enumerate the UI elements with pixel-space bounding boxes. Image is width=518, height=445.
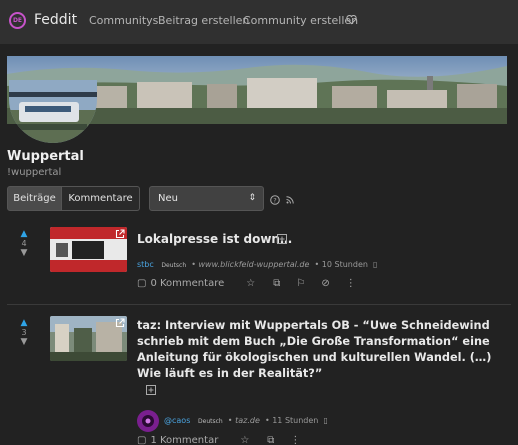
- upvote-icon[interactable]: ▲: [17, 318, 31, 328]
- community-name: !wuppertal: [7, 167, 62, 178]
- post-score: 3: [21, 328, 27, 337]
- post-actions: ▢ 0 Kommentare ☆ ⧉ ⚐ ⊘ ⋮: [137, 278, 356, 289]
- comment-icon[interactable]: ▢: [137, 278, 146, 289]
- select-arrows-icon: ⇕: [248, 193, 256, 203]
- downvote-icon[interactable]: ▼: [17, 337, 31, 347]
- post-comments-count[interactable]: 1 Kommentar: [150, 435, 218, 445]
- navbar: DE Feddit Communitys Beitrag erstellen C…: [0, 0, 518, 44]
- post-author[interactable]: stbc: [137, 260, 154, 269]
- feddit-logo-icon[interactable]: DE: [9, 12, 26, 29]
- star-icon[interactable]: ☆: [240, 435, 249, 445]
- post-thumbnail[interactable]: [50, 227, 127, 272]
- user-avatar[interactable]: [137, 410, 159, 432]
- post-thumbnail[interactable]: [50, 316, 127, 361]
- post-actions: ▢ 1 Kommentar ☆ ⧉ ⋮: [137, 435, 300, 445]
- post-time: 10 Stunden: [321, 260, 368, 269]
- svg-text:?: ?: [273, 196, 276, 204]
- flag-icon[interactable]: ⚐: [296, 278, 305, 289]
- post-vote: ▲ 4 ▼: [17, 229, 31, 258]
- block-icon[interactable]: ⊘: [321, 278, 329, 289]
- external-link-icon[interactable]: [115, 229, 125, 239]
- tab-posts[interactable]: Beiträge: [7, 186, 62, 211]
- sort-selected-value: Neu: [158, 193, 178, 204]
- copy-icon[interactable]: ⧉: [267, 435, 274, 445]
- nav-communities-link[interactable]: Communitys: [89, 14, 158, 27]
- view-toggle: Beiträge Kommentare: [7, 186, 140, 211]
- expand-icon[interactable]: [277, 234, 287, 244]
- brand-link[interactable]: Feddit: [34, 12, 77, 28]
- heart-icon[interactable]: [346, 14, 357, 25]
- post-divider: [7, 304, 511, 305]
- more-icon[interactable]: ⋮: [346, 278, 356, 289]
- nav-create-community-link[interactable]: Community erstellen: [243, 14, 358, 27]
- comment-icon[interactable]: ▢: [137, 435, 146, 445]
- star-icon[interactable]: ☆: [246, 278, 255, 289]
- more-icon[interactable]: ⋮: [290, 435, 300, 445]
- rss-icon[interactable]: [286, 196, 294, 204]
- post-vote: ▲ 3 ▼: [17, 318, 31, 347]
- external-link-icon[interactable]: [115, 318, 125, 328]
- downvote-icon[interactable]: ▼: [17, 248, 31, 258]
- book-icon[interactable]: ▯: [373, 260, 377, 269]
- upvote-icon[interactable]: ▲: [17, 229, 31, 239]
- expand-icon[interactable]: [146, 385, 156, 395]
- sort-select[interactable]: Neu ⇕: [149, 186, 264, 211]
- community-title: Wuppertal: [7, 149, 84, 164]
- book-icon[interactable]: ▯: [323, 416, 327, 425]
- post-language: Deutsch: [161, 262, 187, 269]
- post-domain[interactable]: www.blickfeld-wuppertal.de: [198, 260, 309, 269]
- post-meta: @caos Deutsch • taz.de • 11 Stunden ▯: [164, 416, 328, 425]
- nav-create-post-link[interactable]: Beitrag erstellen: [158, 14, 249, 27]
- post-title[interactable]: taz: Interview mit Wuppertals OB - “Uwe …: [137, 318, 509, 382]
- post-language: Deutsch: [198, 418, 223, 425]
- post-author[interactable]: @caos: [164, 416, 190, 425]
- post-domain[interactable]: taz.de: [235, 416, 260, 425]
- tab-comments[interactable]: Kommentare: [62, 186, 140, 211]
- post-score: 4: [21, 239, 27, 248]
- post-time: 11 Stunden: [272, 416, 319, 425]
- post-comments-count[interactable]: 0 Kommentare: [150, 278, 224, 289]
- community-avatar: [9, 80, 97, 143]
- post-title[interactable]: Lokalpresse ist down…: [137, 231, 292, 247]
- help-icon[interactable]: ?: [270, 195, 280, 205]
- copy-icon[interactable]: ⧉: [273, 278, 280, 289]
- post-meta: stbc Deutsch • www.blickfeld-wuppertal.d…: [137, 260, 378, 269]
